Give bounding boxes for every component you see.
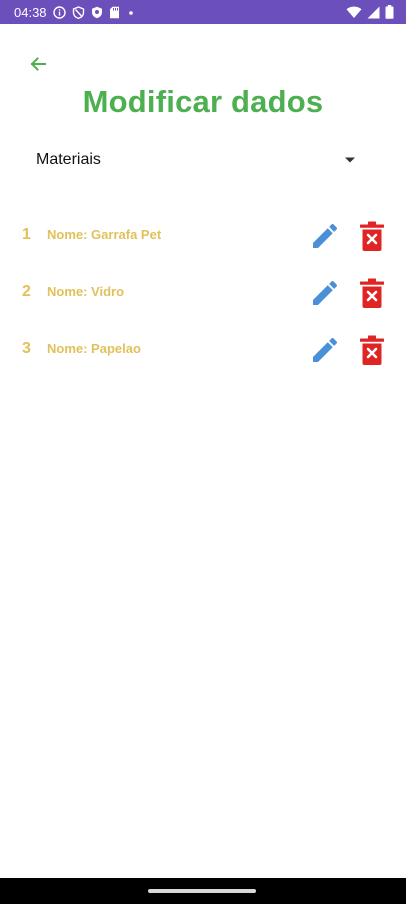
vpn-icon [72, 5, 85, 19]
item-index: 2 [22, 283, 31, 300]
item-list: 1 Nome: Garrafa Pet 2 Nome: Vidro 3 Nome… [0, 212, 406, 383]
item-index: 3 [22, 340, 31, 357]
caret-down-icon [345, 157, 355, 163]
wifi-icon [346, 6, 362, 19]
delete-button[interactable] [358, 220, 386, 252]
item-name: Nome: Garrafa Pet [47, 227, 162, 242]
sd-card-icon [109, 6, 120, 19]
list-item: 3 Nome: Papelao [0, 326, 406, 383]
item-index: 1 [22, 226, 31, 243]
battery-icon [385, 5, 394, 19]
signal-icon [367, 6, 380, 19]
pencil-icon [313, 280, 338, 305]
status-bar: 04:38 [0, 0, 406, 24]
item-name: Nome: Vidro [47, 284, 125, 299]
home-indicator[interactable] [148, 889, 256, 893]
info-icon [52, 5, 66, 19]
item-name: Nome: Papelao [47, 341, 141, 356]
trash-icon [360, 278, 384, 308]
pencil-icon [313, 223, 338, 248]
edit-button[interactable] [309, 334, 341, 366]
category-dropdown[interactable]: Materiais [36, 146, 360, 174]
pencil-icon [313, 337, 338, 362]
arrow-left-icon [30, 57, 46, 71]
back-button[interactable] [24, 50, 52, 78]
edit-button[interactable] [309, 277, 341, 309]
list-item: 1 Nome: Garrafa Pet [0, 212, 406, 269]
trash-icon [360, 335, 384, 365]
navigation-bar [0, 878, 406, 904]
trash-icon [360, 221, 384, 251]
delete-button[interactable] [358, 277, 386, 309]
edit-button[interactable] [309, 220, 341, 252]
delete-button[interactable] [358, 334, 386, 366]
status-time: 04:38 [14, 4, 47, 20]
shield-icon [91, 6, 103, 19]
list-item: 2 Nome: Vidro [0, 269, 406, 326]
category-dropdown-value: Materiais [36, 151, 101, 168]
dot-icon [126, 6, 136, 19]
page-title: Modificar dados [82, 84, 324, 119]
